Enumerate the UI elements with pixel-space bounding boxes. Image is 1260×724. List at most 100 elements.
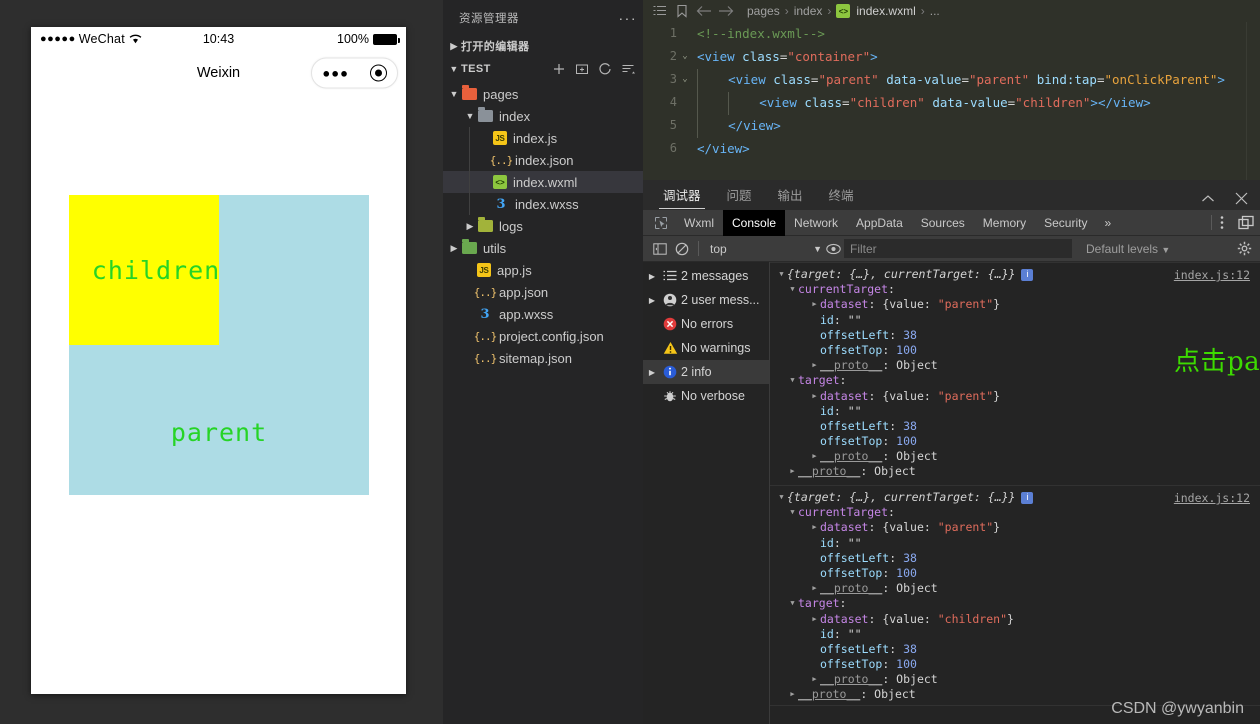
tree-item-sitemap-json[interactable]: {..} sitemap.json [443,347,643,369]
chevron-down-icon[interactable]: ▼ [447,89,461,99]
chevron-down-icon[interactable]: ▼ [463,111,477,121]
chevron-up-icon[interactable] [1201,194,1215,204]
console-filter-no-verbose[interactable]: No verbose [643,384,769,408]
new-file-icon[interactable] [552,62,566,76]
chevron-right-icon[interactable]: ▶ [787,464,798,479]
panel-tab-security[interactable]: Security [1035,210,1096,236]
source-link[interactable]: index.js:12 [1174,268,1250,282]
chevron-right-icon[interactable]: ▶ [787,687,798,702]
chevron-right-icon[interactable]: ▶ [809,581,820,596]
devtools-tab-3[interactable]: 终端 [823,185,860,210]
console-filter-no-errors[interactable]: No errors [643,312,769,336]
fold-toggle[interactable]: ⌄ [677,45,693,68]
chevron-right-icon[interactable]: ▶ [463,221,477,232]
chevron-down-icon[interactable]: ▼ [787,505,798,520]
chevron-right-icon[interactable]: ▶ [645,272,659,281]
tree-item-utils[interactable]: ▶ utils [443,237,643,259]
chevron-down-icon[interactable]: ▼ [776,267,787,282]
wechat-capsule-button[interactable]: ●●● [311,57,398,89]
gear-icon[interactable] [1237,241,1252,256]
parent-view[interactable]: children parent [69,195,369,495]
source-link[interactable]: index.js:12 [1174,491,1250,505]
console-filter-info[interactable]: ▶ 2 info [643,360,769,384]
panel-tab-memory[interactable]: Memory [974,210,1035,236]
tree-item-index-wxml[interactable]: <> index.wxml [443,171,643,193]
context-value: top [710,241,727,256]
panel-tab-wxml[interactable]: Wxml [675,210,723,236]
tree-item-index-json[interactable]: {..} index.json [443,149,643,171]
tree-item-app-wxss[interactable]: 3 app.wxss [443,303,643,325]
filter-input[interactable] [844,239,1072,258]
close-icon[interactable] [1235,192,1248,205]
tree-item-logs[interactable]: ▶ logs [443,215,643,237]
log-levels-selector[interactable]: Default levels ▼ [1086,242,1170,256]
chevron-right-icon[interactable]: ▶ [645,296,659,305]
console-log-entry[interactable]: ▼ {target: {…}, currentTarget: {…}} i ▼ curr… [770,262,1260,486]
chevron-right-icon[interactable]: ▶ [809,520,820,535]
console-log-entry[interactable]: ▼ {target: {…}, currentTarget: {…}} i ▼ curr… [770,486,1260,706]
target-circle-icon[interactable] [369,64,387,82]
chevron-right-icon[interactable]: ▶ [809,672,820,687]
tree-item-app-js[interactable]: JS app.js [443,259,643,281]
chevron-down-icon[interactable]: ▼ [776,490,787,505]
chevron-right-icon[interactable]: ▶ [809,297,820,312]
children-view[interactable]: children [69,195,219,345]
arrow-right-icon[interactable] [715,5,737,17]
ellipsis-icon[interactable]: ··· [619,10,638,26]
console-filter-messages[interactable]: ▶ 2 messages [643,264,769,288]
panel-tab-network[interactable]: Network [785,210,847,236]
tree-item-app-json[interactable]: {..} app.json [443,281,643,303]
folder-icon [461,239,477,256]
arrow-left-icon[interactable] [693,5,715,17]
code-content[interactable]: 1 <!--index.wxml--> 2 ⌄ <view class="con… [643,22,1260,160]
breadcrumb-item-file[interactable]: index.wxml [856,4,915,18]
clear-console-icon[interactable] [671,242,693,256]
ellipsis-icon[interactable]: ●●● [322,67,349,80]
refresh-icon[interactable] [598,62,612,76]
tree-item-index[interactable]: ▼ index [443,105,643,127]
more-vertical-icon[interactable] [1220,215,1224,230]
new-folder-icon[interactable] [575,62,589,76]
panel-tab-console[interactable]: Console [723,209,786,236]
chevron-right-icon[interactable]: ▶ [809,449,820,464]
tree-item-index-js[interactable]: JS index.js [443,127,643,149]
devtools-tab-1[interactable]: 问题 [721,185,758,210]
list-icon[interactable] [649,5,671,17]
editor-scrollbar[interactable] [1246,22,1260,180]
context-selector[interactable]: top ▼ [704,242,822,256]
chevron-right-icon[interactable]: ▶ [809,358,820,373]
chevron-right-icon[interactable]: ▶ [809,389,820,404]
wxml-file-icon: <> [493,175,507,189]
devtools-tab-2[interactable]: 输出 [772,185,809,210]
tree-item-label: index.wxss [515,196,579,212]
inspect-element-icon[interactable] [647,216,675,230]
devtools-tab-0[interactable]: 调试器 [657,185,707,210]
dock-side-icon[interactable] [1238,215,1254,230]
chevron-down-icon[interactable]: ▼ [787,373,798,388]
console-sidebar-icon[interactable] [649,242,671,256]
chevron-right-icon[interactable]: ▶ [447,243,461,254]
console-filter-user-mess[interactable]: ▶ 2 user mess... [643,288,769,312]
tree-item-project-config-json[interactable]: {..} project.config.json [443,325,643,347]
breadcrumb-item-pages[interactable]: pages [747,4,780,18]
project-section[interactable]: ▼ TEST [443,57,643,81]
phone-simulator[interactable]: ●●●●● WeChat 10:43 100% Weixin ●●● child… [31,27,406,694]
panel-tab-sources[interactable]: Sources [912,210,974,236]
tree-item-index-wxss[interactable]: 3 index.wxss [443,193,643,215]
bookmark-icon[interactable] [671,4,693,18]
chevron-right-icon[interactable]: ▶ [809,612,820,627]
console-filter-no-warnings[interactable]: No warnings [643,336,769,360]
console-log-area[interactable]: ▼ {target: {…}, currentTarget: {…}} i ▼ curr… [770,262,1260,724]
chevron-down-icon[interactable]: ▼ [787,282,798,297]
more-tabs-icon[interactable]: » [1096,216,1119,230]
collapse-all-icon[interactable] [621,62,635,76]
fold-toggle[interactable]: ⌄ [677,68,693,91]
open-editors-section[interactable]: ▶ 打开的编辑器 [443,35,643,57]
panel-tab-appdata[interactable]: AppData [847,210,912,236]
chevron-right-icon[interactable]: ▶ [645,368,659,377]
breadcrumb-item-more[interactable]: ... [930,4,940,18]
tree-item-pages[interactable]: ▼ pages [443,83,643,105]
live-expression-icon[interactable] [822,243,844,255]
chevron-down-icon[interactable]: ▼ [787,596,798,611]
breadcrumb-item-index[interactable]: index [794,4,823,18]
